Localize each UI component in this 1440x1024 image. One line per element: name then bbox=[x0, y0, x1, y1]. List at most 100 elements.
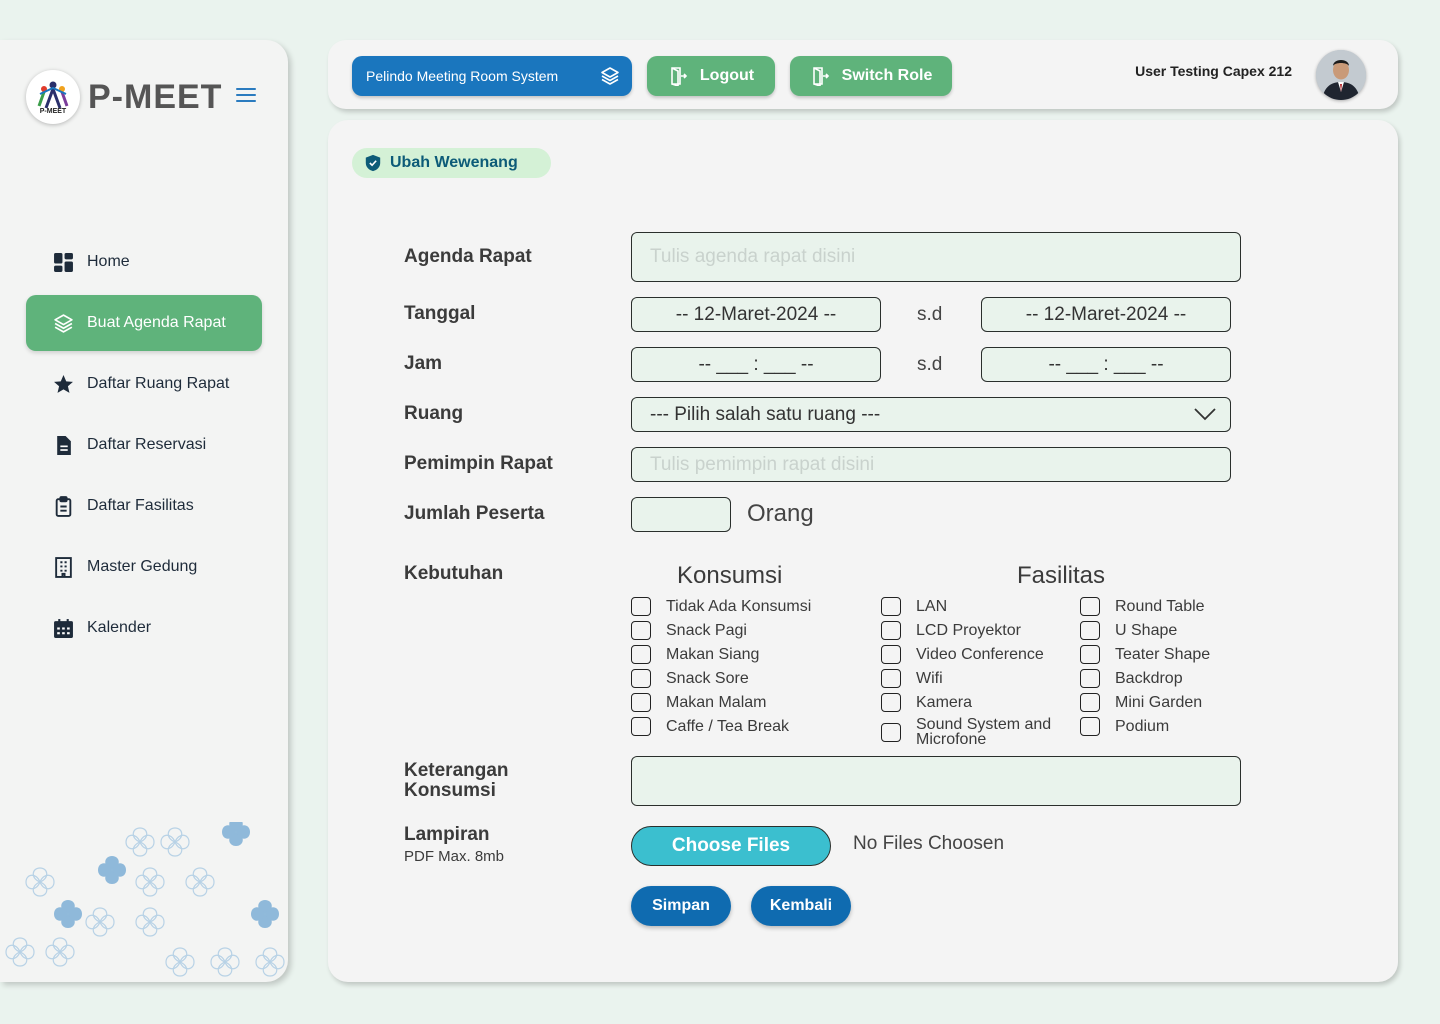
checkbox[interactable] bbox=[631, 621, 651, 640]
konsumsi-option[interactable]: Snack Sore bbox=[631, 669, 749, 688]
konsumsi-option[interactable]: Tidak Ada Konsumsi bbox=[631, 597, 811, 616]
konsumsi-title: Konsumsi bbox=[677, 562, 783, 589]
ruang-label: Ruang bbox=[404, 403, 464, 424]
sidebar-item-master-gedung[interactable]: Master Gedung bbox=[26, 539, 262, 595]
sidebar-item-daftar-fasilitas[interactable]: Daftar Fasilitas bbox=[26, 478, 262, 534]
checkbox[interactable] bbox=[631, 645, 651, 664]
sidebar-item-label: Master Gedung bbox=[87, 558, 198, 575]
sidebar-item-home[interactable]: Home bbox=[26, 234, 262, 290]
option-label: Podium bbox=[1115, 717, 1170, 735]
checkbox[interactable] bbox=[1080, 693, 1100, 712]
tanggal-label: Tanggal bbox=[404, 303, 476, 324]
time-range-separator: s.d bbox=[917, 354, 943, 375]
fasilitas-option[interactable]: Podium bbox=[1080, 717, 1169, 736]
option-label: Makan Siang bbox=[666, 645, 760, 663]
meeting-leader-input[interactable] bbox=[631, 447, 1231, 482]
menu-icon[interactable] bbox=[236, 88, 256, 104]
end-date-field[interactable]: -- 12-Maret-2024 -- bbox=[981, 297, 1231, 332]
option-label: Teater Shape bbox=[1115, 645, 1211, 663]
option-label: Caffe / Tea Break bbox=[666, 717, 790, 735]
konsumsi-option[interactable]: Snack Pagi bbox=[631, 621, 747, 640]
option-label: Sound System and Microfone bbox=[916, 716, 1052, 748]
agenda-input[interactable] bbox=[631, 232, 1241, 282]
dashboard-icon bbox=[52, 251, 74, 273]
option-label: Makan Malam bbox=[666, 693, 767, 711]
option-label: Backdrop bbox=[1115, 669, 1183, 687]
checkbox[interactable] bbox=[1080, 669, 1100, 688]
checkbox[interactable] bbox=[1080, 597, 1100, 616]
option-label: Mini Garden bbox=[1115, 693, 1203, 711]
checkbox[interactable] bbox=[881, 621, 901, 640]
start-date-field[interactable]: -- 12-Maret-2024 -- bbox=[631, 297, 881, 332]
sidebar-item-buat-agenda-rapat[interactable]: Buat Agenda Rapat bbox=[26, 295, 262, 351]
system-name-pill[interactable]: Pelindo Meeting Room System bbox=[352, 56, 632, 96]
checkbox[interactable] bbox=[631, 717, 651, 736]
switch-role-icon bbox=[812, 67, 829, 86]
option-label: LAN bbox=[916, 597, 948, 615]
option-label: LCD Proyektor bbox=[916, 621, 1021, 639]
checkbox[interactable] bbox=[881, 597, 901, 616]
checkbox[interactable] bbox=[881, 693, 901, 712]
fasilitas-option[interactable]: Round Table bbox=[1080, 597, 1205, 616]
start-time-field[interactable]: -- ___ : ___ -- bbox=[631, 347, 881, 382]
end-time-field[interactable]: -- ___ : ___ -- bbox=[981, 347, 1231, 382]
logout-icon bbox=[671, 67, 688, 86]
keterangan-konsumsi-input[interactable] bbox=[631, 756, 1241, 806]
checkbox[interactable] bbox=[1080, 621, 1100, 640]
room-select[interactable]: --- Pilih salah satu ruang --- bbox=[631, 397, 1231, 432]
fasilitas-option[interactable]: Wifi bbox=[881, 669, 943, 688]
participant-count-input[interactable] bbox=[631, 497, 731, 532]
lampiran-title: Lampiran bbox=[404, 824, 490, 845]
konsumsi-option[interactable]: Caffe / Tea Break bbox=[631, 717, 789, 736]
checkbox[interactable] bbox=[631, 669, 651, 688]
sidebar-item-label: Daftar Fasilitas bbox=[87, 497, 194, 514]
fasilitas-option[interactable]: Backdrop bbox=[1080, 669, 1183, 688]
kebutuhan-label: Kebutuhan bbox=[404, 563, 504, 584]
option-label: Kamera bbox=[916, 693, 973, 711]
konsumsi-option[interactable]: Makan Malam bbox=[631, 693, 766, 712]
sidebar-item-label: Kalender bbox=[87, 619, 152, 636]
layers-icon bbox=[52, 312, 74, 334]
checkbox[interactable] bbox=[881, 669, 901, 688]
save-button[interactable]: Simpan bbox=[631, 886, 731, 926]
app-logo: P-MEET bbox=[26, 70, 80, 124]
choose-files-button[interactable]: Choose Files bbox=[631, 826, 831, 866]
checkbox[interactable] bbox=[631, 693, 651, 712]
sidebar-item-daftar-reservasi[interactable]: Daftar Reservasi bbox=[26, 417, 262, 473]
participant-unit: Orang bbox=[747, 500, 814, 527]
switch-role-button[interactable]: Switch Role bbox=[790, 56, 952, 96]
checkbox[interactable] bbox=[881, 722, 901, 742]
people-logo-icon bbox=[37, 81, 69, 109]
badge-label: Ubah Wewenang bbox=[390, 154, 518, 171]
user-name: User Testing Capex 212 bbox=[1135, 63, 1292, 79]
checkbox[interactable] bbox=[631, 597, 651, 616]
back-button[interactable]: Kembali bbox=[751, 886, 851, 926]
konsumsi-option[interactable]: Makan Siang bbox=[631, 645, 759, 664]
avatar[interactable] bbox=[1316, 50, 1366, 100]
fasilitas-option[interactable]: Mini Garden bbox=[1080, 693, 1202, 712]
checkbox[interactable] bbox=[881, 645, 901, 664]
option-label: Wifi bbox=[916, 669, 943, 687]
pemimpin-label: Pemimpin Rapat bbox=[404, 453, 553, 474]
fasilitas-option[interactable]: LCD Proyektor bbox=[881, 621, 1021, 640]
fasilitas-option[interactable]: Sound System and Microfone bbox=[881, 716, 1061, 748]
logout-button[interactable]: Logout bbox=[647, 56, 775, 96]
checkbox[interactable] bbox=[1080, 645, 1100, 664]
fasilitas-option[interactable]: Kamera bbox=[881, 693, 972, 712]
sidebar-item-kalender[interactable]: Kalender bbox=[26, 600, 262, 656]
brand-name: P-MEET bbox=[88, 77, 223, 116]
brand[interactable]: P-MEET P-MEET bbox=[26, 70, 222, 124]
keterangan-label-line1: Keterangan bbox=[404, 760, 509, 781]
option-label: Round Table bbox=[1115, 597, 1205, 615]
jam-label: Jam bbox=[404, 353, 443, 374]
sidebar-item-label: Daftar Reservasi bbox=[87, 436, 207, 453]
sidebar-item-daftar-ruang-rapat[interactable]: Daftar Ruang Rapat bbox=[26, 356, 262, 412]
fasilitas-option[interactable]: Video Conference bbox=[881, 645, 1044, 664]
fasilitas-option[interactable]: U Shape bbox=[1080, 621, 1177, 640]
fasilitas-option[interactable]: Teater Shape bbox=[1080, 645, 1210, 664]
checkbox[interactable] bbox=[1080, 717, 1100, 736]
batik-pattern-decoration bbox=[5, 822, 285, 977]
option-label: Snack Pagi bbox=[666, 621, 747, 639]
status-badge: Ubah Wewenang bbox=[352, 148, 551, 178]
fasilitas-option[interactable]: LAN bbox=[881, 597, 947, 616]
